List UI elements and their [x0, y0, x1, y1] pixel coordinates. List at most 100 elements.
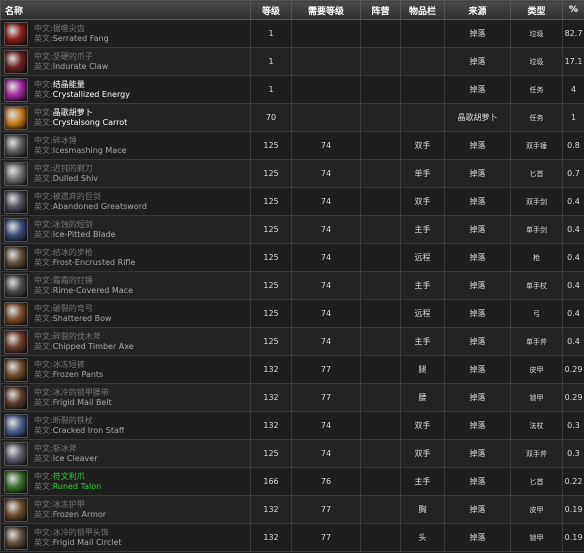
en-label: 英文: [34, 397, 53, 407]
fang-icon[interactable] [4, 21, 28, 46]
item-name-cn[interactable]: 冰冻护甲 [53, 500, 85, 509]
table-row[interactable]: 中文:晶歌胡萝卜 英文:Crystalsong Carrot 70 晶歌胡萝卜 任务 1 [0, 103, 584, 132]
table-row[interactable]: 中文:迟钝的剃刀 英文:Dulled Shiv 125 74 单手 掉落 匕首 0.7 [0, 159, 584, 188]
axe-icon[interactable] [4, 329, 28, 354]
chest-armor-icon[interactable] [4, 497, 28, 522]
en-label: 英文: [34, 453, 53, 463]
item-name-cn[interactable]: 碎冰锤 [53, 136, 77, 145]
en-label: 英文: [34, 117, 53, 127]
item-level: 125 [250, 439, 292, 468]
table-row[interactable]: 中文:冰冷的锁甲腰带 英文:Frigid Mail Belt 132 77 腰掉落 锁甲 0… [0, 383, 584, 412]
item-name-en[interactable]: Serrated Fang [53, 34, 109, 43]
item-faction [360, 327, 401, 356]
cn-label: 中文: [34, 471, 53, 481]
item-name-cn[interactable]: 冰冻短裤 [53, 360, 85, 369]
item-source: 掉落 [444, 439, 511, 468]
spiked-mace-icon[interactable] [4, 273, 28, 298]
bow-icon[interactable] [4, 301, 28, 326]
item-name-en[interactable]: Rime-Covered Mace [53, 286, 133, 295]
carrot-icon[interactable] [4, 105, 28, 130]
cleaver-icon[interactable] [4, 441, 28, 466]
rifle-icon[interactable] [4, 245, 28, 270]
item-name-en[interactable]: Frigid Mail Belt [53, 398, 112, 407]
item-name-cn[interactable]: 碎裂的伐木斧 [53, 332, 101, 341]
item-name-cn[interactable]: 坚硬的爪子 [53, 52, 93, 61]
item-name-en[interactable]: Abandoned Greatsword [53, 202, 147, 211]
item-name-en[interactable]: Crystalsong Carrot [53, 118, 128, 127]
table-row[interactable]: 中文:冰冻护甲 英文:Frozen Armor 132 77 胸掉落 皮甲 0.19 [0, 495, 584, 524]
item-name-cn[interactable]: 被遗弃的巨剑 [53, 192, 101, 201]
table-row[interactable]: 中文:冰冻短裤 英文:Frozen Pants 132 77 腿掉落 皮甲 0.29 [0, 355, 584, 384]
item-name-cn[interactable]: 破裂的弯弓 [53, 304, 93, 313]
item-source: 掉落 [444, 467, 511, 496]
item-name-en[interactable]: Cracked Iron Staff [53, 426, 125, 435]
staff-icon[interactable] [4, 413, 28, 438]
item-name-en[interactable]: Frost-Encrusted Rifle [53, 258, 136, 267]
blade-icon[interactable] [4, 217, 28, 242]
table-row[interactable]: 中文:破裂的弯弓 英文:Shattered Bow 125 74 远程 掉落弓 0.4 [0, 299, 584, 328]
item-name-en[interactable]: Frozen Pants [53, 370, 104, 379]
item-name-cn[interactable]: 冰冷的锁甲腰带 [53, 388, 109, 397]
item-name-en[interactable]: Crystallized Energy [53, 90, 130, 99]
item-name-cn[interactable]: 冰冷的锁甲头饰 [53, 528, 109, 537]
item-name-en[interactable]: Chipped Timber Axe [53, 342, 134, 351]
header-faction[interactable]: 阵营 [360, 0, 401, 20]
header-source[interactable]: 来源 [444, 0, 511, 20]
item-req-level: 77 [291, 495, 361, 524]
item-name-en[interactable]: Shattered Bow [53, 314, 112, 323]
item-slot [400, 103, 445, 132]
item-name-en[interactable]: Ice Cleaver [53, 454, 98, 463]
item-slot: 双手 [400, 439, 445, 468]
item-name-en[interactable]: Ice-Pitted Blade [53, 230, 116, 239]
table-row[interactable]: 中文:符文利爪 英文:Runed Talon 166 76 主手 掉落 匕首 0.22 [0, 467, 584, 496]
item-name-cn[interactable]: 结晶能量 [53, 80, 85, 89]
item-name-cn[interactable]: 晶歌胡萝卜 [53, 108, 93, 117]
en-label: 英文: [34, 509, 53, 519]
table-row[interactable]: 中文:断裂的铁杖 英文:Cracked Iron Staff 132 74 双手 掉落 法杖… [0, 411, 584, 440]
table-row[interactable]: 中文:冰蚀的短剑 英文:Ice-Pitted Blade 125 74 主手 掉落 单手剑 0… [0, 215, 584, 244]
item-name-en[interactable]: Dulled Shiv [53, 174, 98, 183]
table-row[interactable]: 中文:霜霜的钉锤 英文:Rime-Covered Mace 125 74 主手 掉落 单手杖… [0, 271, 584, 300]
table-row[interactable]: 中文:碎裂的伐木斧 英文:Chipped Timber Axe 125 74 主手 掉落单… [0, 327, 584, 356]
item-name-cn[interactable]: 断裂的铁杖 [53, 416, 93, 425]
item-name-en[interactable]: Frozen Armor [53, 510, 106, 519]
item-name-en[interactable]: Runed Talon [53, 482, 102, 491]
header-type[interactable]: 类型 [510, 0, 563, 20]
item-slot: 主手 [400, 271, 445, 300]
table-row[interactable]: 中文:锯噬尖齿 英文:Serrated Fang 1 掉落 垃圾 82.7 [0, 19, 584, 48]
table-row[interactable]: 中文:被遗弃的巨剑 英文:Abandoned Greatsword 125 74 双手掉… [0, 187, 584, 216]
belt-icon[interactable] [4, 385, 28, 410]
item-name-cn[interactable]: 迟钝的剃刀 [53, 164, 93, 173]
header-name[interactable]: 名称 [0, 0, 251, 20]
item-name-en[interactable]: Frigid Mail Circlet [53, 538, 122, 547]
item-req-level: 74 [291, 243, 361, 272]
item-source: 掉落 [444, 243, 511, 272]
header-req-level[interactable]: 需要等级 [291, 0, 361, 20]
table-row[interactable]: 中文:斩冰斧 英文:Ice Cleaver 125 74 双手 掉落 双手斧 0.3 [0, 439, 584, 468]
mace-icon[interactable] [4, 133, 28, 158]
item-name-cn[interactable]: 斩冰斧 [53, 444, 77, 453]
item-name-cn[interactable]: 锯噬尖齿 [53, 24, 85, 33]
table-row[interactable]: 中文:坚硬的爪子 英文:Indurate Claw 1 掉落 垃圾 17.1 [0, 47, 584, 76]
item-source: 掉落 [444, 75, 511, 104]
item-name-en[interactable]: Icesmashing Mace [53, 146, 127, 155]
crystal-energy-icon[interactable] [4, 77, 28, 102]
item-name-cn[interactable]: 霜霜的钉锤 [53, 276, 93, 285]
talon-icon[interactable] [4, 469, 28, 494]
item-name-cn[interactable]: 结冰的步枪 [53, 248, 93, 257]
pants-icon[interactable] [4, 357, 28, 382]
header-slot[interactable]: 物品栏 [400, 0, 445, 20]
header-level[interactable]: 等级 [250, 0, 292, 20]
dagger-icon[interactable] [4, 161, 28, 186]
helm-icon[interactable] [4, 525, 28, 550]
item-name-en[interactable]: Indurate Claw [53, 62, 109, 71]
item-name-cn[interactable]: 冰蚀的短剑 [53, 220, 93, 229]
table-row[interactable]: 中文:冰冷的锁甲头饰 英文:Frigid Mail Circlet 132 77 头掉落… [0, 523, 584, 552]
table-row[interactable]: 中文:结晶能量 英文:Crystallized Energy 1 掉落 任务 4 [0, 75, 584, 104]
table-row[interactable]: 中文:碎冰锤 英文:Icesmashing Mace 125 74 双手 掉落 双手锤 0.8 [0, 131, 584, 160]
claw-icon[interactable] [4, 49, 28, 74]
header-percent[interactable]: % [562, 0, 584, 20]
table-row[interactable]: 中文:结冰的步枪 英文:Frost-Encrusted Rifle 125 74 远程掉… [0, 243, 584, 272]
greatsword-icon[interactable] [4, 189, 28, 214]
item-name-cn[interactable]: 符文利爪 [53, 472, 85, 481]
